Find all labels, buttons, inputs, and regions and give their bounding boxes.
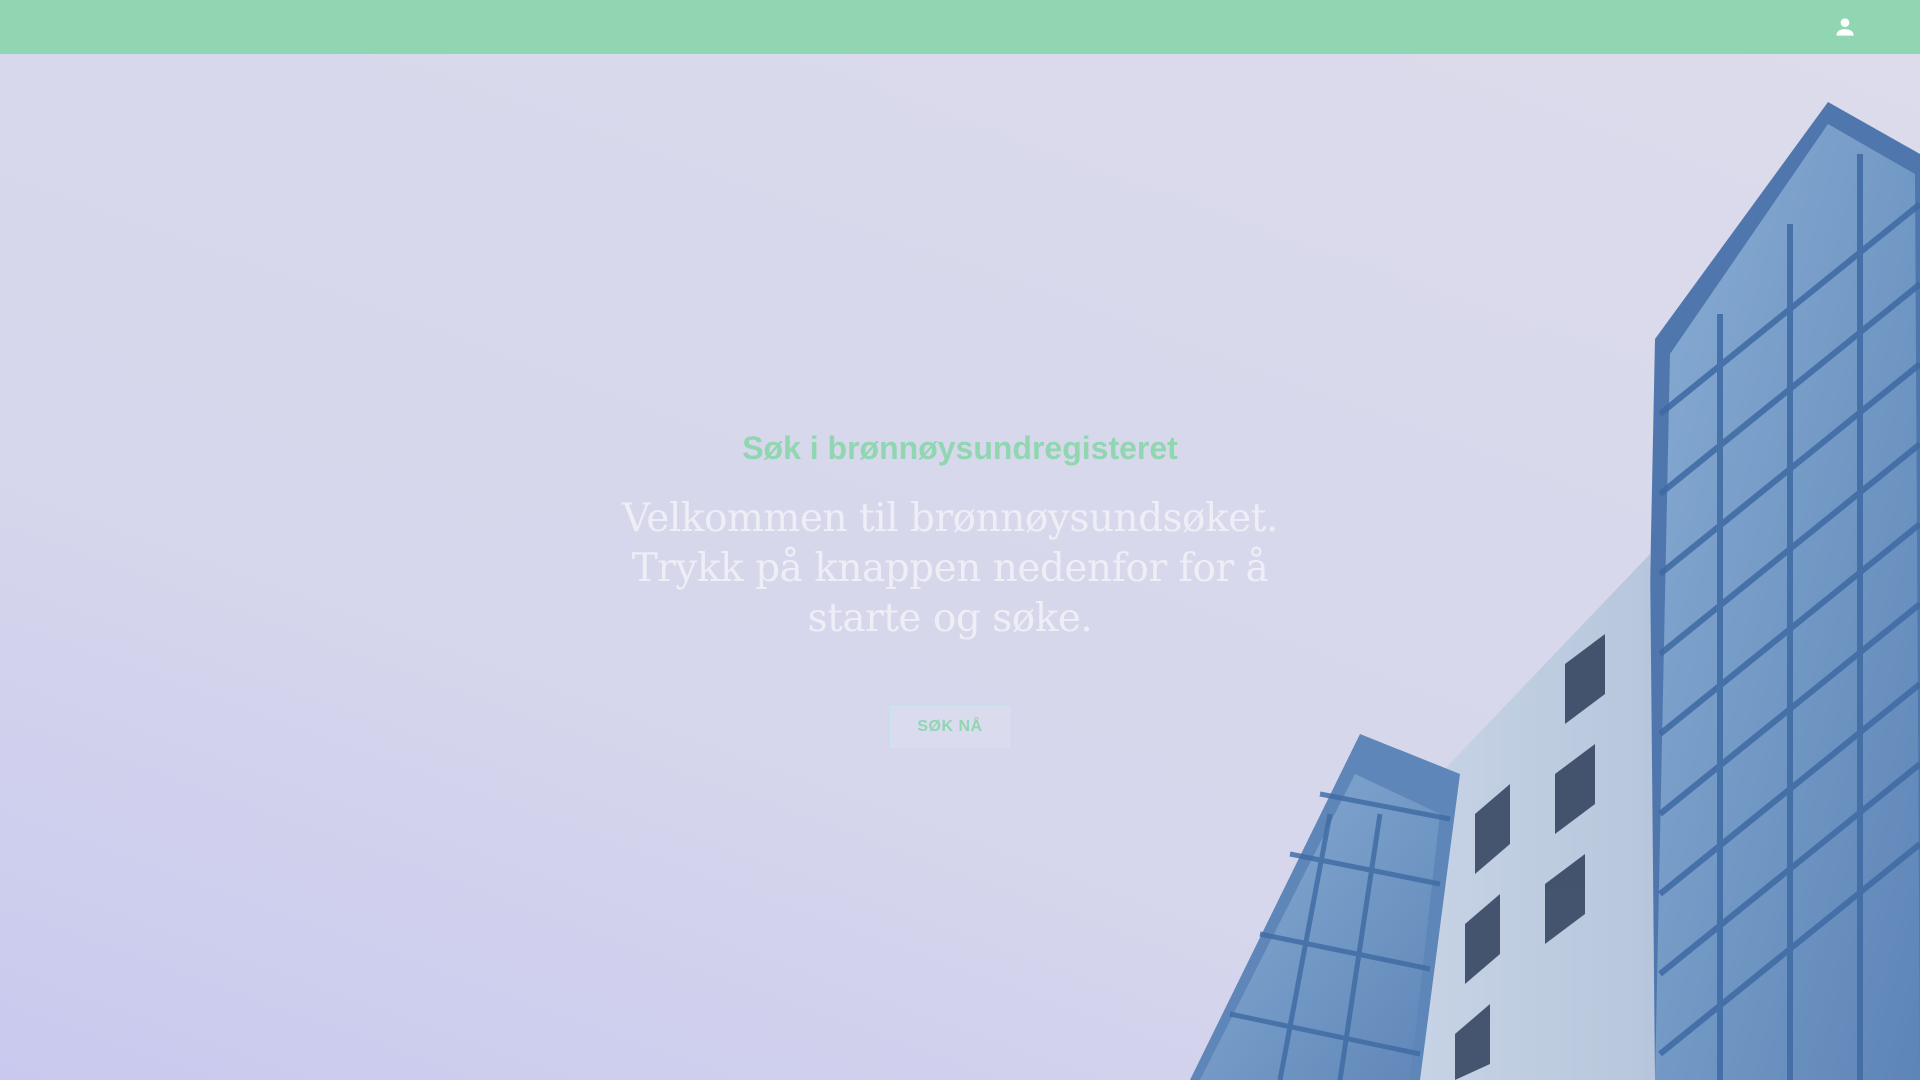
top-bar xyxy=(0,0,1920,54)
hero-title: Søk i brønnøysundregisteret xyxy=(742,430,1178,466)
user-account-button[interactable] xyxy=(1832,14,1858,40)
search-now-button[interactable]: SØK NÅ xyxy=(890,706,1010,748)
person-icon xyxy=(1836,18,1854,36)
hero-subtitle: Velkommen til brønnøysundsøket. Trykk på… xyxy=(622,496,1278,641)
